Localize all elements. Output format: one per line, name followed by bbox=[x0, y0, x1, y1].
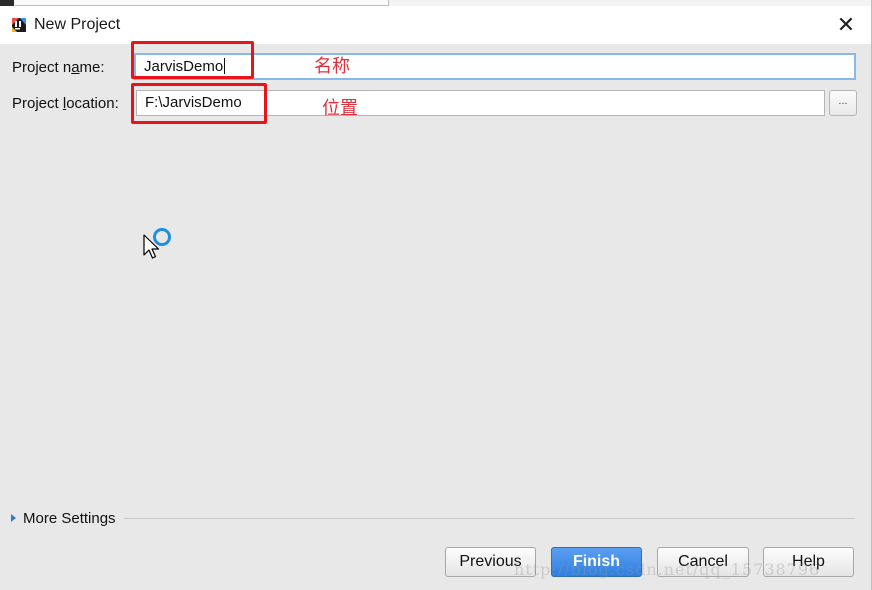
more-settings-label: More Settings bbox=[23, 510, 116, 527]
new-project-dialog: New Project ✕ Project name: JarvisDemo P… bbox=[0, 0, 872, 590]
project-name-label: Project name: bbox=[12, 59, 105, 77]
project-location-value: F:\JarvisDemo bbox=[145, 94, 242, 111]
project-location-input[interactable]: F:\JarvisDemo bbox=[136, 90, 825, 116]
close-icon[interactable]: ✕ bbox=[835, 14, 857, 36]
project-name-label-mnemonic: a bbox=[71, 59, 80, 76]
project-name-label-prefix: Project n bbox=[12, 59, 72, 76]
help-button[interactable]: Help bbox=[763, 547, 854, 577]
cancel-button[interactable]: Cancel bbox=[657, 547, 749, 577]
project-name-input[interactable]: JarvisDemo bbox=[134, 53, 856, 80]
more-settings-toggle[interactable]: More Settings bbox=[11, 509, 116, 529]
annotation-name-note: 名称 bbox=[314, 56, 350, 77]
annotation-location-note: 位置 bbox=[322, 98, 358, 119]
busy-spinner-icon bbox=[153, 228, 171, 246]
project-name-value: JarvisDemo bbox=[144, 58, 224, 75]
finish-button[interactable]: Finish bbox=[551, 547, 642, 577]
more-settings-divider bbox=[124, 518, 855, 519]
project-location-label-prefix: Project bbox=[12, 95, 63, 112]
project-location-label-suffix: ocation: bbox=[66, 95, 119, 112]
text-caret bbox=[224, 58, 226, 74]
triangle-right-icon bbox=[11, 514, 16, 522]
title-bar: New Project ✕ bbox=[0, 6, 871, 44]
browse-location-button[interactable]: ... bbox=[829, 90, 857, 116]
project-name-label-suffix: me: bbox=[79, 59, 105, 76]
intellij-idea-icon bbox=[12, 18, 26, 32]
previous-button[interactable]: Previous bbox=[445, 547, 536, 577]
window-title: New Project bbox=[34, 16, 121, 33]
project-location-label: Project location: bbox=[12, 95, 119, 113]
